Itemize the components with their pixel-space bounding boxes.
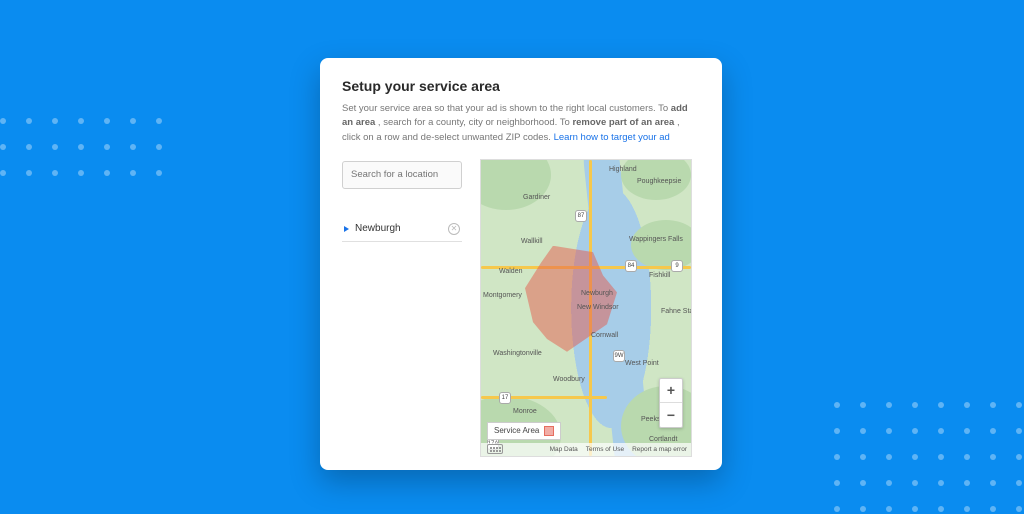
location-name: Newburgh (355, 223, 442, 234)
location-panel: Newburgh ✕ (342, 159, 462, 457)
zoom-in-button[interactable]: + (660, 379, 682, 403)
page-title: Setup your service area (342, 78, 700, 94)
decorative-dots-br (834, 402, 1024, 514)
keyboard-icon (487, 444, 503, 454)
map-view[interactable]: Highland Poughkeepsie Gardiner Wallkill … (480, 159, 692, 457)
zoom-controls: + − (659, 378, 683, 428)
map-attribution: Map Data Terms of Use Report a map error (481, 443, 691, 456)
location-row[interactable]: Newburgh ✕ (342, 217, 462, 242)
decorative-dots-tl (0, 118, 164, 178)
remove-location-button[interactable]: ✕ (448, 223, 460, 235)
map-legend: Service Area (487, 422, 561, 440)
search-input[interactable] (342, 161, 462, 189)
learn-link[interactable]: Learn how to target your ad (554, 132, 670, 143)
page-description: Set your service area so that your ad is… (342, 102, 700, 145)
legend-swatch-icon (544, 426, 554, 436)
service-area-card: Setup your service area Set your service… (320, 58, 722, 470)
zoom-out-button[interactable]: − (660, 403, 682, 427)
expand-icon (344, 226, 349, 232)
